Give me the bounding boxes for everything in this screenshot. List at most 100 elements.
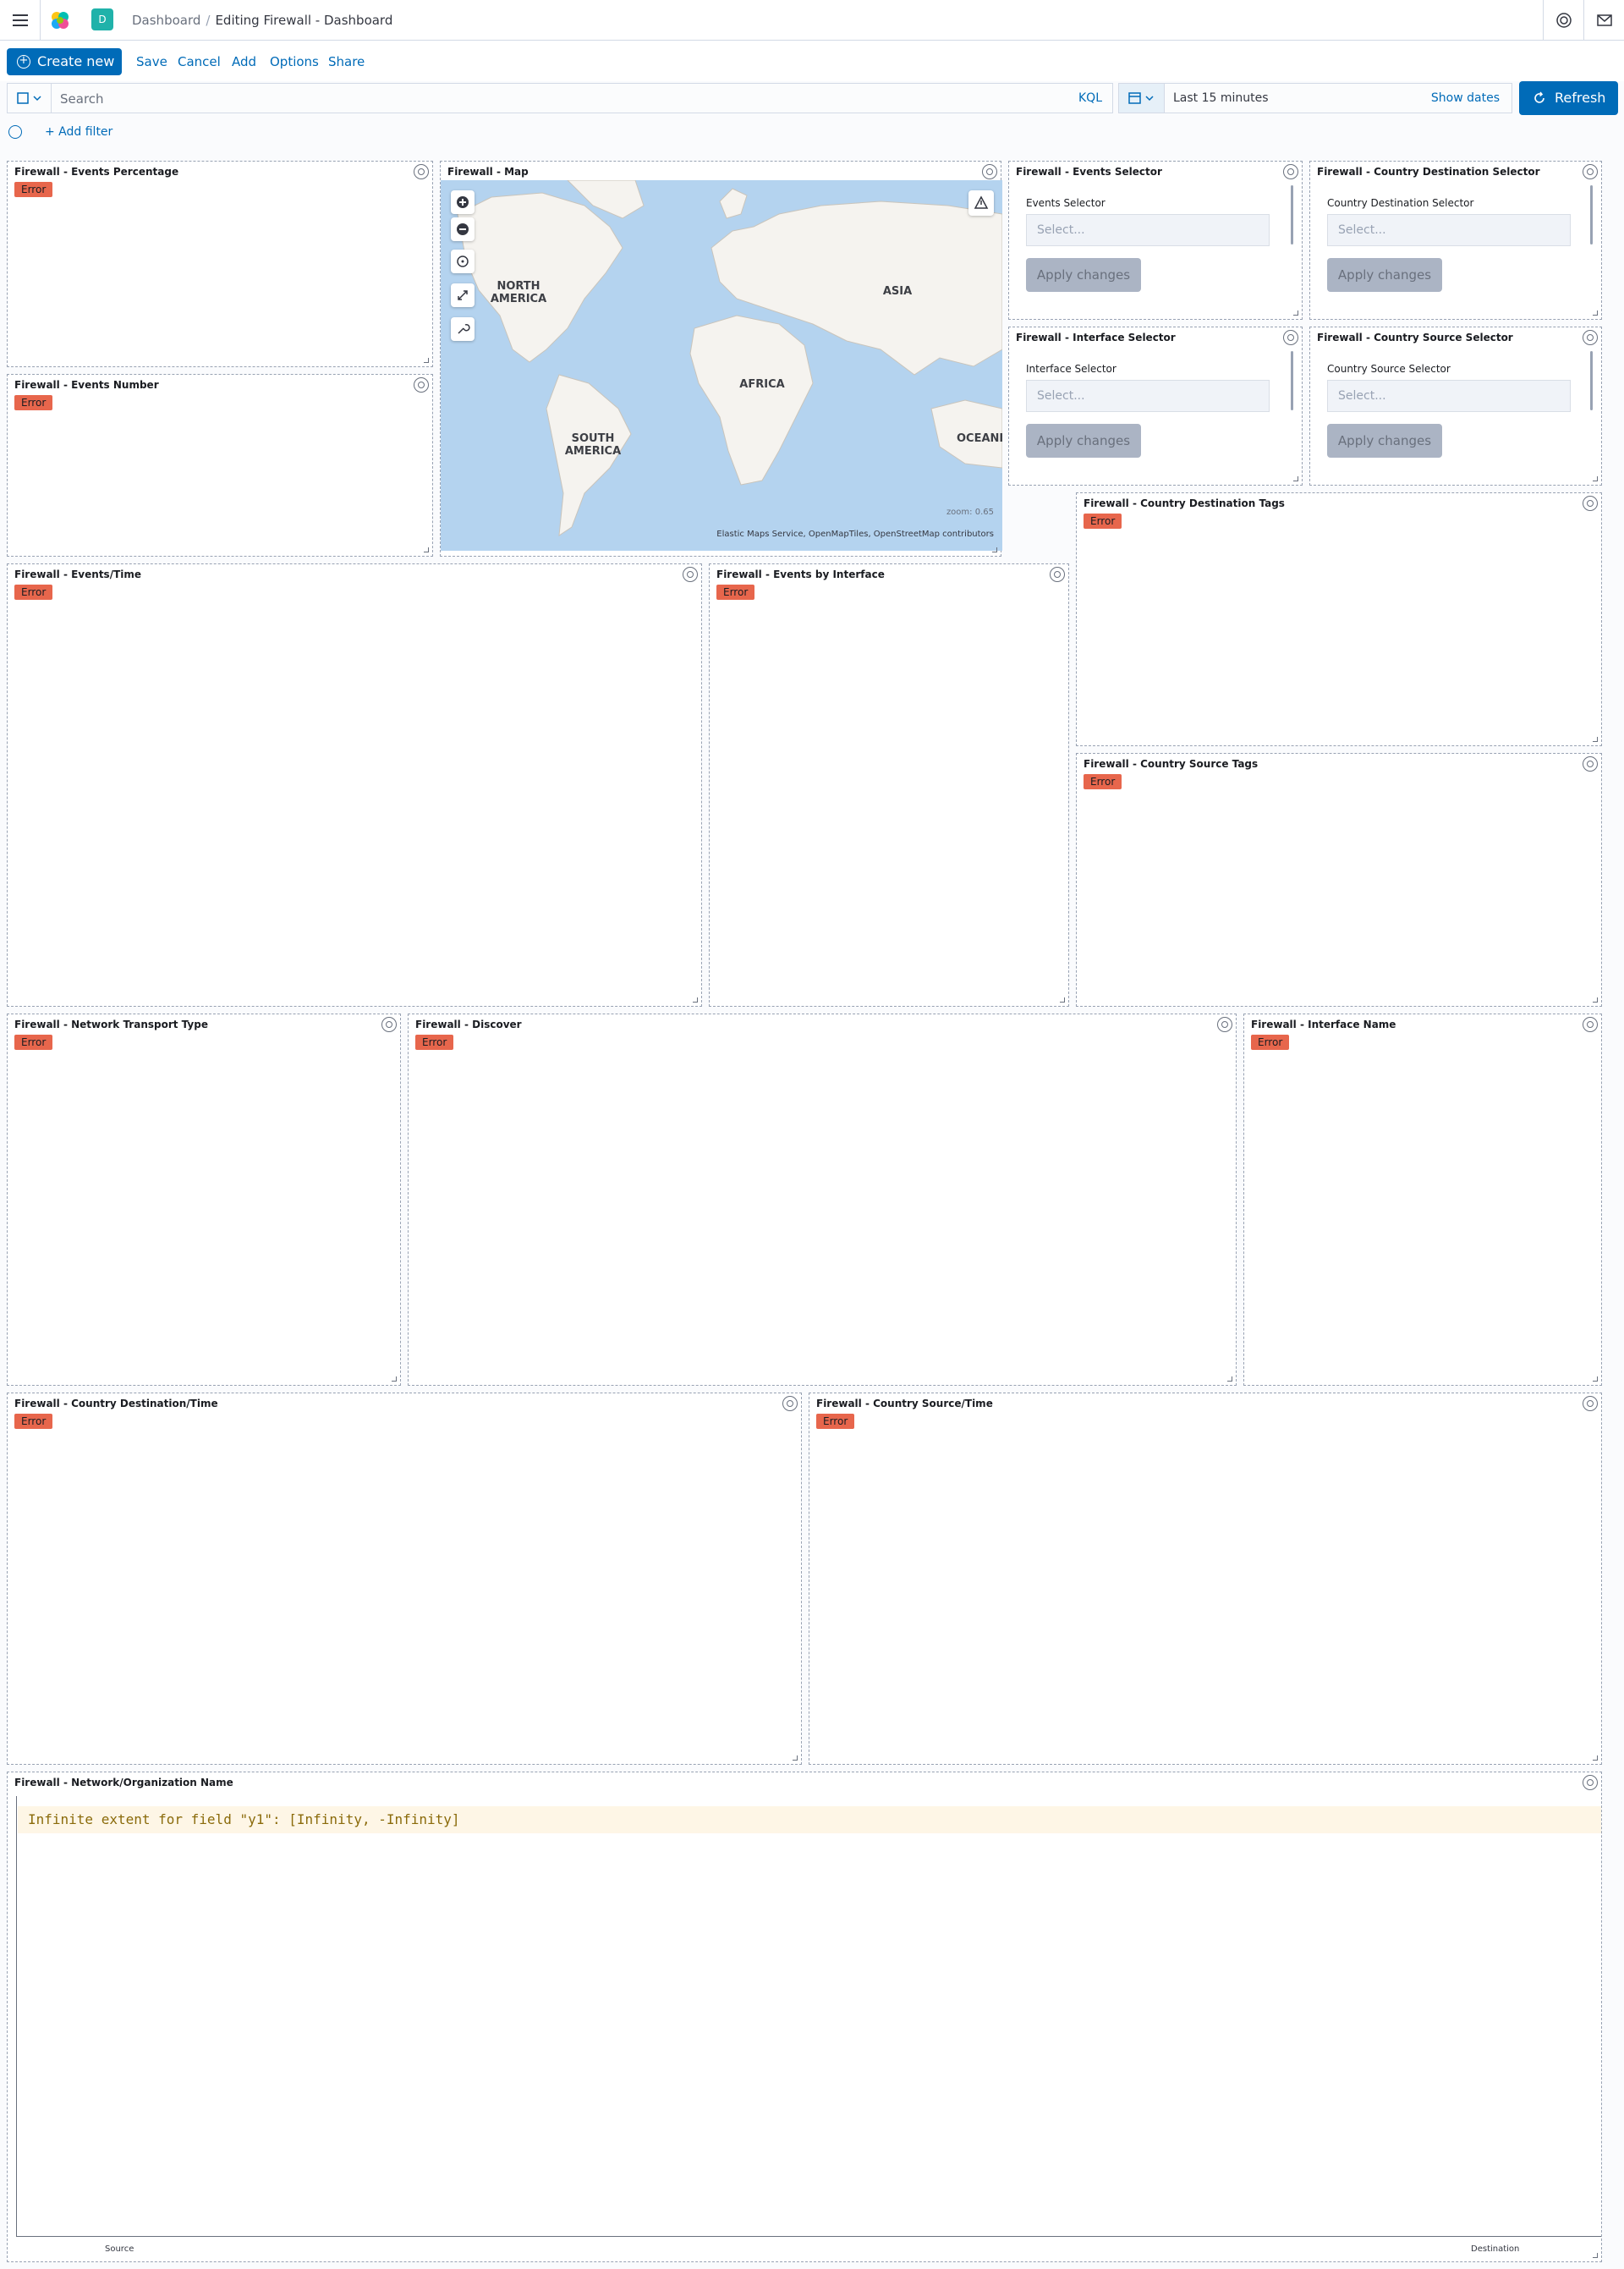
- help-icon: [1556, 13, 1572, 28]
- resize-handle[interactable]: [1293, 476, 1298, 481]
- resize-handle[interactable]: [1593, 737, 1598, 742]
- panel-title: Firewall - Events Selector: [1016, 166, 1162, 178]
- resize-handle[interactable]: [1593, 310, 1598, 316]
- zoom-out-button[interactable]: [451, 217, 475, 241]
- zoom-in-button[interactable]: [451, 190, 475, 214]
- options-link[interactable]: Options: [270, 54, 319, 69]
- refresh-button[interactable]: Refresh: [1519, 81, 1618, 115]
- scrollbar[interactable]: [1590, 351, 1593, 410]
- error-badge: Error: [716, 585, 755, 600]
- filter-menu-icon[interactable]: [8, 125, 22, 139]
- resize-handle[interactable]: [793, 1755, 798, 1761]
- error-badge: Error: [14, 182, 53, 197]
- error-badge: Error: [816, 1414, 855, 1429]
- resize-handle[interactable]: [1593, 476, 1598, 481]
- apply-changes-button[interactable]: Apply changes: [1327, 258, 1442, 292]
- newsfeed-button[interactable]: [1583, 0, 1624, 41]
- resize-handle[interactable]: [1227, 1376, 1232, 1382]
- resize-handle[interactable]: [1293, 310, 1298, 316]
- draw-tools-button[interactable]: [451, 317, 475, 341]
- x-axis-line: [16, 2236, 1601, 2237]
- gear-icon[interactable]: [982, 164, 997, 179]
- scrollbar[interactable]: [1291, 351, 1293, 410]
- apply-changes-button[interactable]: Apply changes: [1327, 424, 1442, 458]
- space-avatar[interactable]: D: [91, 8, 113, 30]
- panel-title: Firewall - Events/Time: [14, 569, 142, 580]
- elastic-logo-icon[interactable]: [49, 9, 71, 31]
- resize-handle[interactable]: [392, 1376, 397, 1382]
- add-link[interactable]: Add: [232, 54, 256, 69]
- gear-icon[interactable]: [1050, 567, 1065, 582]
- gear-icon[interactable]: [1283, 164, 1298, 179]
- apply-changes-button[interactable]: Apply changes: [1026, 258, 1141, 292]
- save-link[interactable]: Save: [136, 54, 167, 69]
- gear-icon[interactable]: [782, 1396, 798, 1411]
- show-dates-link[interactable]: Show dates: [1431, 91, 1500, 105]
- country-destination-select[interactable]: Select...: [1327, 214, 1571, 246]
- panel-title: Firewall - Discover: [415, 1019, 522, 1030]
- error-badge: Error: [14, 1414, 53, 1429]
- share-link[interactable]: Share: [328, 54, 365, 69]
- create-new-button[interactable]: + Create new: [7, 48, 122, 75]
- gear-icon[interactable]: [1217, 1017, 1232, 1032]
- apply-changes-button[interactable]: Apply changes: [1026, 424, 1141, 458]
- events-select[interactable]: Select...: [1026, 214, 1270, 246]
- menu-icon[interactable]: [0, 0, 41, 41]
- panel-title: Firewall - Events by Interface: [716, 569, 885, 580]
- map-label-oceania: OCEANI: [957, 432, 1002, 445]
- panel-title: Firewall - Country Source Selector: [1317, 332, 1513, 343]
- resize-handle[interactable]: [1060, 997, 1065, 1003]
- resize-handle[interactable]: [1593, 1755, 1598, 1761]
- resize-handle[interactable]: [1593, 2253, 1598, 2258]
- interface-select[interactable]: Select...: [1026, 380, 1270, 412]
- gear-icon[interactable]: [1583, 330, 1598, 345]
- plus-icon: +: [17, 55, 30, 69]
- resize-handle[interactable]: [693, 997, 698, 1003]
- panel-country-destination-time: Firewall - Country Destination/Time Erro…: [7, 1393, 802, 1765]
- kql-toggle[interactable]: KQL: [1078, 91, 1102, 105]
- breadcrumb-dashboard[interactable]: Dashboard: [132, 13, 200, 28]
- panel-title: Firewall - Interface Name: [1251, 1019, 1396, 1030]
- quick-menu-button[interactable]: [1119, 84, 1165, 113]
- resize-handle[interactable]: [424, 358, 429, 363]
- map-zoom-readout: zoom: 0.65: [946, 508, 994, 517]
- resize-handle[interactable]: [1593, 1376, 1598, 1382]
- map-warning-button[interactable]: [968, 190, 994, 216]
- resize-handle[interactable]: [424, 547, 429, 552]
- gear-icon[interactable]: [1583, 1017, 1598, 1032]
- help-button[interactable]: [1543, 0, 1583, 41]
- gear-icon[interactable]: [1583, 496, 1598, 511]
- add-filter-button[interactable]: + Add filter: [45, 125, 112, 139]
- fullscreen-button[interactable]: [451, 283, 475, 307]
- world-map[interactable]: NORTH AMERICA SOUTH AMERICA AFRICA ASIA …: [441, 180, 1002, 551]
- error-badge: Error: [14, 395, 53, 410]
- panel-interface-selector: Firewall - Interface Selector Interface …: [1008, 327, 1303, 486]
- panel-network-organization-name: Firewall - Network/Organization Name Inf…: [7, 1772, 1602, 2262]
- global-header: D Dashboard / Editing Firewall - Dashboard: [0, 0, 1624, 41]
- panel-map: Firewall - Map NORTH AMERICA SOUTH AMERI…: [440, 161, 1002, 557]
- gear-icon[interactable]: [1583, 756, 1598, 772]
- scrollbar[interactable]: [1590, 185, 1593, 244]
- gear-icon[interactable]: [1283, 330, 1298, 345]
- breadcrumb-current: Editing Firewall - Dashboard: [215, 13, 393, 28]
- gear-icon[interactable]: [1583, 1775, 1598, 1790]
- country-source-select[interactable]: Select...: [1327, 380, 1571, 412]
- reset-view-button[interactable]: [451, 250, 475, 273]
- gear-icon[interactable]: [683, 567, 698, 582]
- map-label-south-america: SOUTH AMERICA: [564, 432, 622, 458]
- cancel-link[interactable]: Cancel: [178, 54, 221, 69]
- gear-icon[interactable]: [414, 164, 429, 179]
- breadcrumb: Dashboard / Editing Firewall - Dashboard: [132, 13, 393, 28]
- gear-icon[interactable]: [414, 377, 429, 393]
- resize-handle[interactable]: [992, 547, 997, 552]
- map-attribution[interactable]: Elastic Maps Service, OpenMapTiles, Open…: [716, 530, 994, 539]
- gear-icon[interactable]: [1583, 164, 1598, 179]
- gear-icon[interactable]: [1583, 1396, 1598, 1411]
- save-icon: [17, 92, 41, 104]
- time-range-text[interactable]: Last 15 minutes: [1173, 91, 1269, 105]
- resize-handle[interactable]: [1593, 997, 1598, 1003]
- scrollbar[interactable]: [1291, 185, 1293, 244]
- gear-icon[interactable]: [381, 1017, 397, 1032]
- search-input[interactable]: Search: [60, 91, 104, 107]
- saved-query-button[interactable]: [8, 84, 52, 113]
